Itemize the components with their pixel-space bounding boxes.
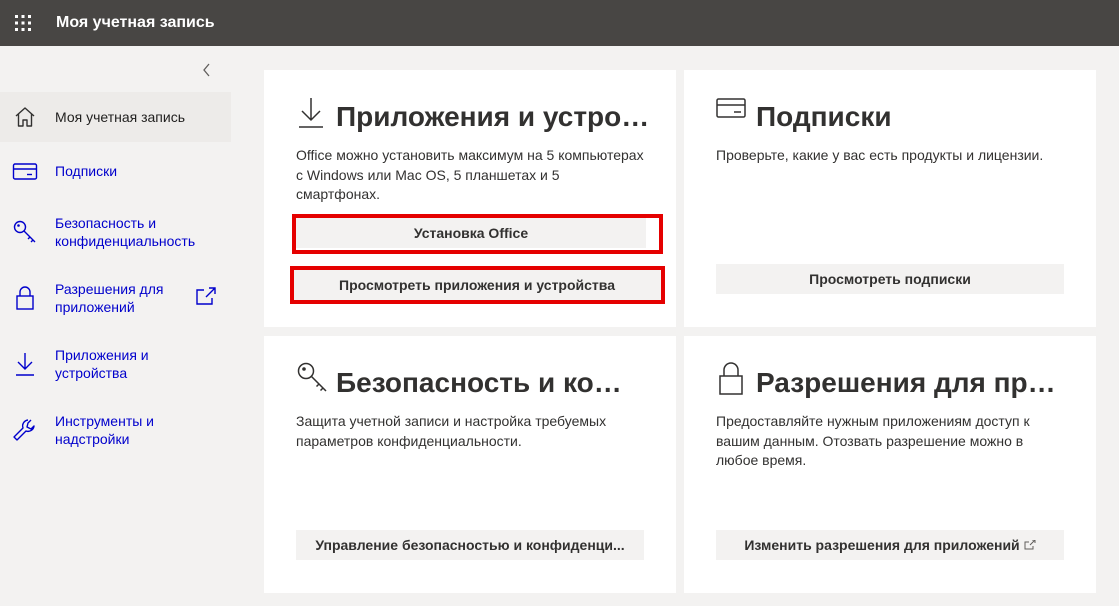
change-app-permissions-button[interactable]: Изменить разрешения для приложений bbox=[716, 530, 1064, 560]
download-icon bbox=[12, 351, 38, 377]
card-title: Безопасность и конфиденциальность bbox=[336, 367, 636, 398]
credit-card-icon bbox=[12, 158, 38, 184]
sidebar-item-label: Моя учетная запись bbox=[55, 109, 185, 125]
sidebar-item-app-permissions[interactable]: Разрешения для приложений bbox=[0, 278, 231, 318]
sidebar-item-label: Подписки bbox=[55, 163, 118, 179]
card-description: Проверьте, какие у вас есть продукты и л… bbox=[716, 147, 1044, 163]
home-icon bbox=[12, 104, 38, 130]
credit-card-icon bbox=[716, 94, 746, 130]
external-link-icon bbox=[1024, 537, 1036, 553]
sidebar-item-my-account[interactable]: Моя учетная запись bbox=[0, 92, 231, 142]
app-launcher-icon[interactable] bbox=[0, 0, 46, 46]
sidebar-item-label: Безопасность и конфиденциальность bbox=[55, 215, 196, 249]
subscriptions-card: Подписки Проверьте, какие у вас есть про… bbox=[684, 70, 1096, 327]
download-icon bbox=[296, 94, 326, 130]
wrench-icon bbox=[12, 417, 38, 443]
card-title: Подписки bbox=[756, 101, 892, 132]
card-description: Office можно установить максимум на 5 ко… bbox=[296, 147, 644, 202]
lock-icon bbox=[12, 285, 38, 311]
install-office-button[interactable]: Установка Office bbox=[296, 218, 646, 248]
chevron-left-icon[interactable] bbox=[192, 58, 222, 82]
card-description: Защита учетной записи и настройка требуе… bbox=[296, 413, 607, 449]
sidebar-item-label: Приложения и устройства bbox=[55, 347, 149, 381]
manage-security-button[interactable]: Управление безопасностью и конфиденци... bbox=[296, 530, 644, 560]
app-permissions-card: Разрешения для приложений Предоставляйте… bbox=[684, 336, 1096, 593]
external-link-icon bbox=[194, 286, 218, 308]
sidebar-item-label: Разрешения для приложений bbox=[55, 281, 164, 315]
card-title: Разрешения для приложений bbox=[756, 367, 1066, 398]
key-icon bbox=[296, 360, 327, 396]
app-title[interactable]: Моя учетная запись bbox=[56, 14, 215, 32]
sidebar-item-apps-devices[interactable]: Приложения и устройства bbox=[0, 344, 231, 384]
security-card: Безопасность и конфиденциальность Защита… bbox=[264, 336, 676, 593]
top-bar: Моя учетная запись bbox=[0, 0, 1119, 46]
view-apps-devices-button[interactable]: Просмотреть приложения и устройства bbox=[292, 270, 662, 300]
card-title: Приложения и устройства bbox=[336, 101, 656, 132]
lock-icon bbox=[716, 360, 746, 396]
sidebar-item-security[interactable]: Безопасность и конфиденциальность bbox=[0, 212, 231, 252]
apps-devices-card: Приложения и устройства Office можно уст… bbox=[264, 70, 676, 327]
button-label: Изменить разрешения для приложений bbox=[744, 537, 1020, 553]
sidebar-item-label: Инструменты и надстройки bbox=[55, 413, 155, 447]
sidebar: Моя учетная запись Подписки Безопасность… bbox=[0, 46, 231, 606]
view-subscriptions-button[interactable]: Просмотреть подписки bbox=[716, 264, 1064, 294]
sidebar-item-subscriptions[interactable]: Подписки bbox=[0, 154, 231, 188]
card-description: Предоставляйте нужным приложениям доступ… bbox=[716, 413, 1030, 468]
sidebar-item-tools-addins[interactable]: Инструменты и надстройки bbox=[0, 410, 231, 450]
key-icon bbox=[12, 219, 38, 245]
